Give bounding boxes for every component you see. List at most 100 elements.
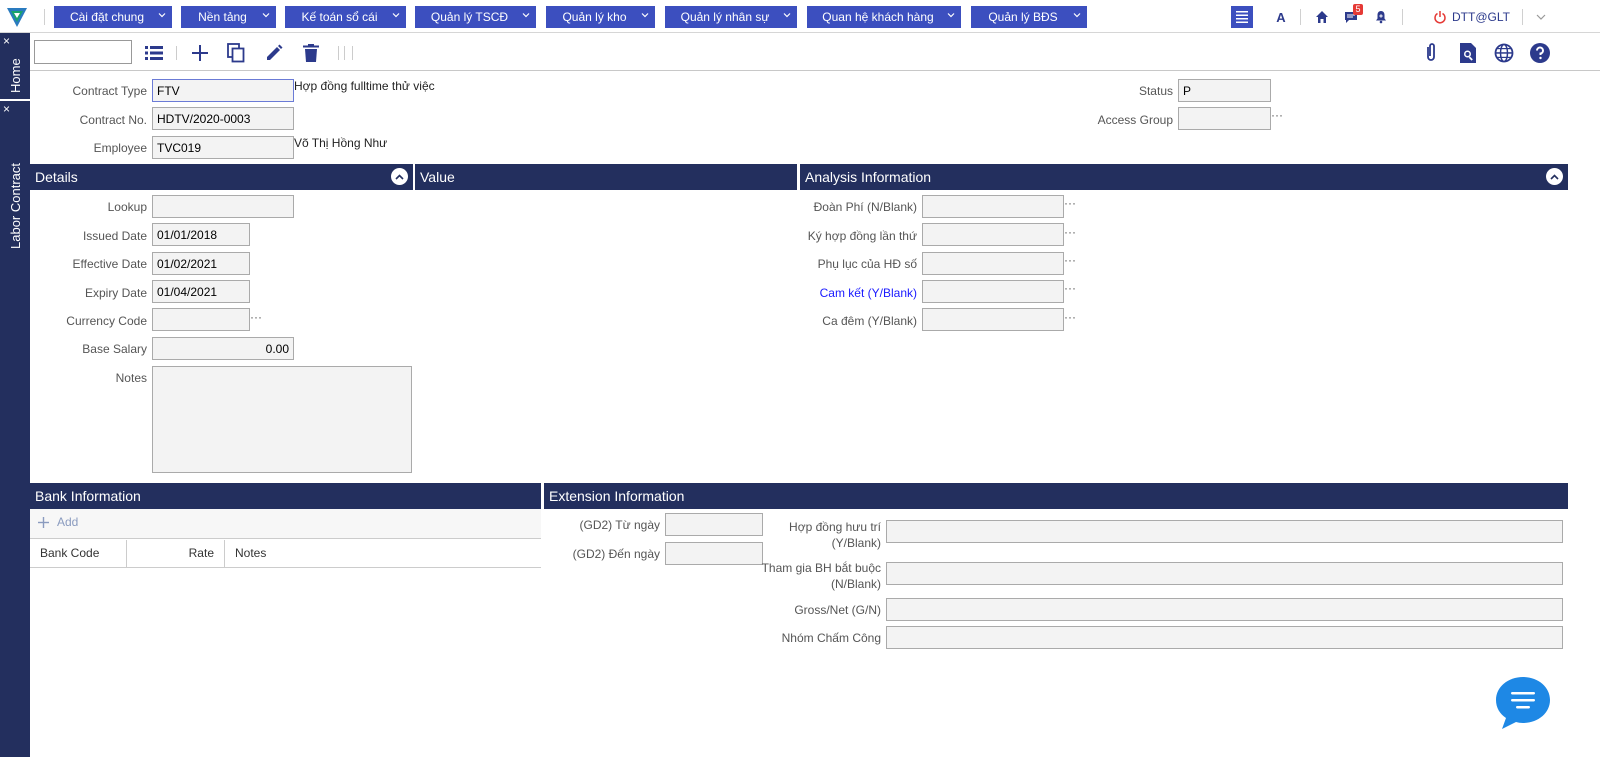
globe-icon[interactable] xyxy=(1492,41,1516,65)
attachment-icon[interactable] xyxy=(1419,41,1443,65)
app-logo[interactable] xyxy=(5,5,29,29)
currency-lookup-button[interactable]: ··· xyxy=(250,310,262,324)
label-line: Tham gia BH bắt buộc xyxy=(761,561,881,575)
insurance-label: Tham gia BH bắt buộc (N/Blank) xyxy=(760,560,881,592)
column-notes[interactable]: Notes xyxy=(225,540,541,568)
issued-date-field[interactable]: 01/01/2018 xyxy=(152,223,250,246)
gross-net-field[interactable] xyxy=(886,598,1563,621)
base-salary-field[interactable]: 0.00 xyxy=(152,337,294,360)
bell-icon[interactable] xyxy=(1372,8,1390,26)
add-bank-button[interactable]: Add xyxy=(38,515,78,529)
side-tabs: × Home × Labor Contract xyxy=(0,33,30,757)
column-rate[interactable]: Rate xyxy=(127,540,225,568)
delete-icon[interactable] xyxy=(299,41,323,65)
chevron-down-icon xyxy=(262,13,270,18)
pension-field[interactable] xyxy=(886,520,1563,543)
help-icon[interactable] xyxy=(1528,41,1552,65)
home-icon[interactable] xyxy=(1313,8,1331,26)
lookup-label: Lookup xyxy=(107,200,147,214)
menu-real-estate[interactable]: Quản lý BĐS xyxy=(971,6,1087,28)
collapse-icon[interactable] xyxy=(1546,168,1563,185)
menu-general-ledger[interactable]: Kế toán sổ cái xyxy=(285,6,406,28)
edit-icon[interactable] xyxy=(262,41,286,65)
issued-date-label: Issued Date xyxy=(82,229,147,243)
tab-home[interactable]: × Home xyxy=(0,33,30,99)
label-line: Hợp đồng hưu trí xyxy=(789,520,881,534)
menu-list-icon[interactable] xyxy=(1231,6,1253,28)
night-shift-field[interactable] xyxy=(922,308,1064,331)
menu-human-resources[interactable]: Quản lý nhân sự xyxy=(665,6,797,28)
employee-field[interactable]: TVC019 xyxy=(152,136,294,159)
to-date-label: (GD2) Đến ngày xyxy=(572,547,660,561)
to-date-field[interactable] xyxy=(665,542,763,565)
lookup-button[interactable]: ··· xyxy=(1064,253,1076,267)
chevron-down-icon xyxy=(641,13,649,18)
toolbar xyxy=(30,34,1600,71)
search-input[interactable] xyxy=(34,40,132,64)
from-date-field[interactable] xyxy=(665,513,763,536)
copy-icon[interactable] xyxy=(224,41,248,65)
tab-labor-contract[interactable]: × Labor Contract xyxy=(0,101,30,256)
menu-label: Cài đặt chung xyxy=(69,10,145,24)
insurance-field[interactable] xyxy=(886,562,1563,585)
power-icon[interactable] xyxy=(1431,8,1449,26)
column-bank-code[interactable]: Bank Code xyxy=(30,540,127,568)
section-title: Bank Information xyxy=(35,488,141,504)
label-line: (N/Blank) xyxy=(830,577,881,591)
contract-type-field[interactable]: FTV xyxy=(152,79,294,102)
status-field[interactable]: P xyxy=(1178,79,1271,102)
separator xyxy=(1522,9,1523,25)
access-group-field[interactable] xyxy=(1178,107,1271,130)
timekeeping-group-field[interactable] xyxy=(886,626,1563,649)
collapse-icon[interactable] xyxy=(391,168,408,185)
notes-textarea[interactable] xyxy=(152,366,412,473)
bank-add-row xyxy=(30,509,541,538)
font-size-button[interactable]: A xyxy=(1272,8,1290,26)
value-section-header: Value xyxy=(415,164,797,190)
chevron-down-icon xyxy=(158,13,166,18)
chat-bubble-icon[interactable] xyxy=(1494,675,1552,731)
close-icon[interactable]: × xyxy=(3,34,10,48)
base-salary-label: Base Salary xyxy=(82,342,147,356)
section-title: Extension Information xyxy=(549,488,685,504)
analysis-label-commitment[interactable]: Cam kết (Y/Blank) xyxy=(800,286,917,300)
menu-crm[interactable]: Quan hệ khách hàng xyxy=(807,6,961,28)
separator xyxy=(352,46,353,60)
add-icon[interactable] xyxy=(188,41,212,65)
menu-general-settings[interactable]: Cài đặt chung xyxy=(54,6,172,28)
commitment-field[interactable] xyxy=(922,280,1064,303)
details-section-header: Details xyxy=(30,164,413,190)
status-label: Status xyxy=(1138,84,1173,98)
analysis-section-header: Analysis Information xyxy=(800,164,1568,190)
effective-date-field[interactable]: 01/02/2021 xyxy=(152,252,250,275)
lookup-field[interactable] xyxy=(152,195,294,218)
message-icon[interactable]: 5 xyxy=(1343,4,1363,26)
user-name[interactable]: DTT@GLT xyxy=(1452,10,1510,24)
list-view-icon[interactable] xyxy=(142,41,166,65)
menu-label: Quản lý kho xyxy=(562,10,627,24)
analysis-label-appendix: Phụ lục của HĐ số xyxy=(817,257,917,271)
union-fee-field[interactable] xyxy=(922,195,1064,218)
chevron-down-icon[interactable] xyxy=(1536,13,1546,21)
lookup-button[interactable]: ··· xyxy=(1064,281,1076,295)
sign-count-field[interactable] xyxy=(922,223,1064,246)
menu-fixed-assets[interactable]: Quản lý TSCĐ xyxy=(415,6,536,28)
chevron-down-icon xyxy=(392,13,400,18)
menu-inventory[interactable]: Quản lý kho xyxy=(546,6,655,28)
close-icon[interactable]: × xyxy=(3,102,10,116)
document-search-icon[interactable] xyxy=(1456,41,1480,65)
analysis-label-union-fee: Đoàn Phí (N/Blank) xyxy=(813,200,917,214)
menu-platform[interactable]: Nền tảng xyxy=(181,6,276,28)
lookup-button[interactable]: ··· xyxy=(1064,225,1076,239)
section-title: Details xyxy=(35,169,78,185)
separator xyxy=(338,46,339,60)
currency-code-field[interactable] xyxy=(152,308,250,331)
access-group-lookup-button[interactable]: ··· xyxy=(1271,108,1283,122)
lookup-button[interactable]: ··· xyxy=(1064,196,1076,210)
section-title: Value xyxy=(420,169,455,185)
lookup-button[interactable]: ··· xyxy=(1064,310,1076,324)
chevron-down-icon xyxy=(522,13,530,18)
appendix-field[interactable] xyxy=(922,252,1064,275)
expiry-date-field[interactable]: 01/04/2021 xyxy=(152,280,250,303)
contract-no-field[interactable]: HDTV/2020-0003 xyxy=(152,107,294,130)
